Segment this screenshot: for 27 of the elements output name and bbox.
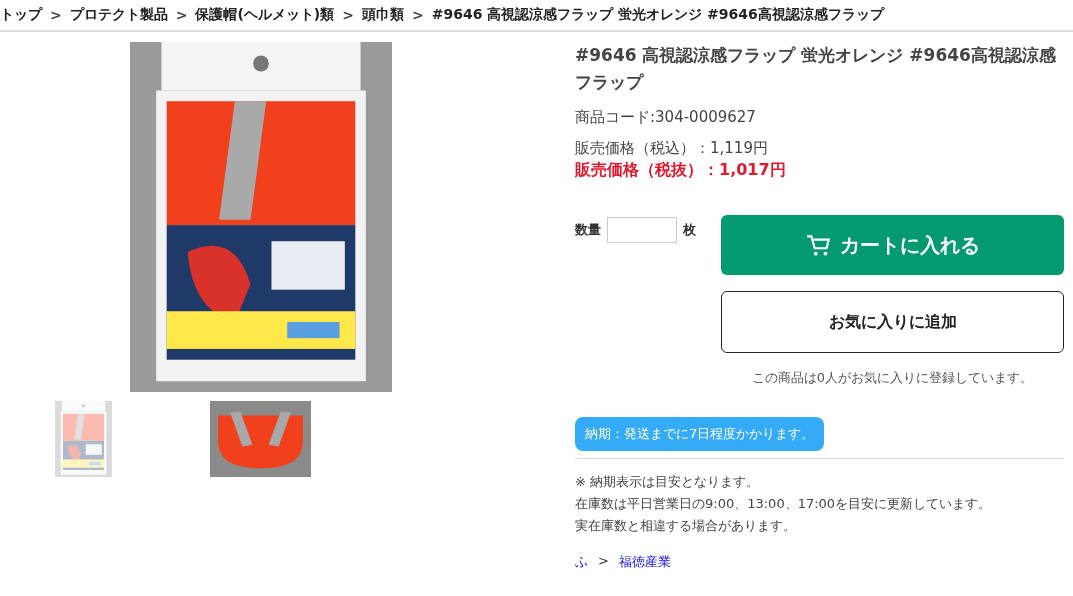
delivery-notice: 納期：発送までに7日程度かかります。 <box>575 417 825 451</box>
stock-note: 在庫数は平日営業日の9:00、13:00、17:00を目安に更新しています。 <box>575 495 993 513</box>
breadcrumb-link[interactable]: トップ <box>0 6 42 24</box>
quantity-label: 数量 <box>575 221 601 239</box>
maker-link[interactable]: ふ <box>575 553 588 571</box>
quantity-field[interactable] <box>607 217 677 243</box>
breadcrumb-link[interactable]: 頭巾類 <box>362 6 404 24</box>
stock-note: 実在庫数と相違する場合があります。 <box>575 517 797 535</box>
maker-separator: > <box>598 553 609 570</box>
cart-icon <box>805 232 832 258</box>
add-to-favorites-button[interactable]: お気に入りに追加 <box>721 291 1064 353</box>
favorite-count-note: この商品は0人がお気に入りに登録しています。 <box>750 369 1035 387</box>
product-code: 商品コード:304-0009627 <box>575 108 757 127</box>
stock-note: ※ 納期表示は目安となります。 <box>575 473 761 491</box>
unit-label: 枚 <box>683 221 696 239</box>
breadcrumb-separator: > <box>342 7 354 23</box>
price-incl-tax: 販売価格（税込）：1,119円 <box>575 139 769 158</box>
price-excl-tax: 販売価格（税抜）：1,017円 <box>575 160 787 181</box>
breadcrumb-link[interactable]: 保護帽(ヘルメット)類 <box>195 6 335 24</box>
breadcrumb-separator: > <box>412 7 424 23</box>
product-title: #9646 高視認涼感フラップ 蛍光オレンジ #9646高視認涼感フラップ <box>575 44 1057 94</box>
breadcrumb-link[interactable]: #9646 高視認涼感フラップ 蛍光オレンジ #9646高視認涼感フラップ <box>431 6 884 24</box>
breadcrumb-separator: > <box>50 7 62 23</box>
breadcrumb-separator: > <box>175 7 188 23</box>
maker-link[interactable]: 福徳産業 <box>618 553 671 571</box>
add-to-cart-button[interactable]: カートに入れる <box>721 215 1064 275</box>
breadcrumb-link[interactable]: プロテクト製品 <box>69 6 168 24</box>
